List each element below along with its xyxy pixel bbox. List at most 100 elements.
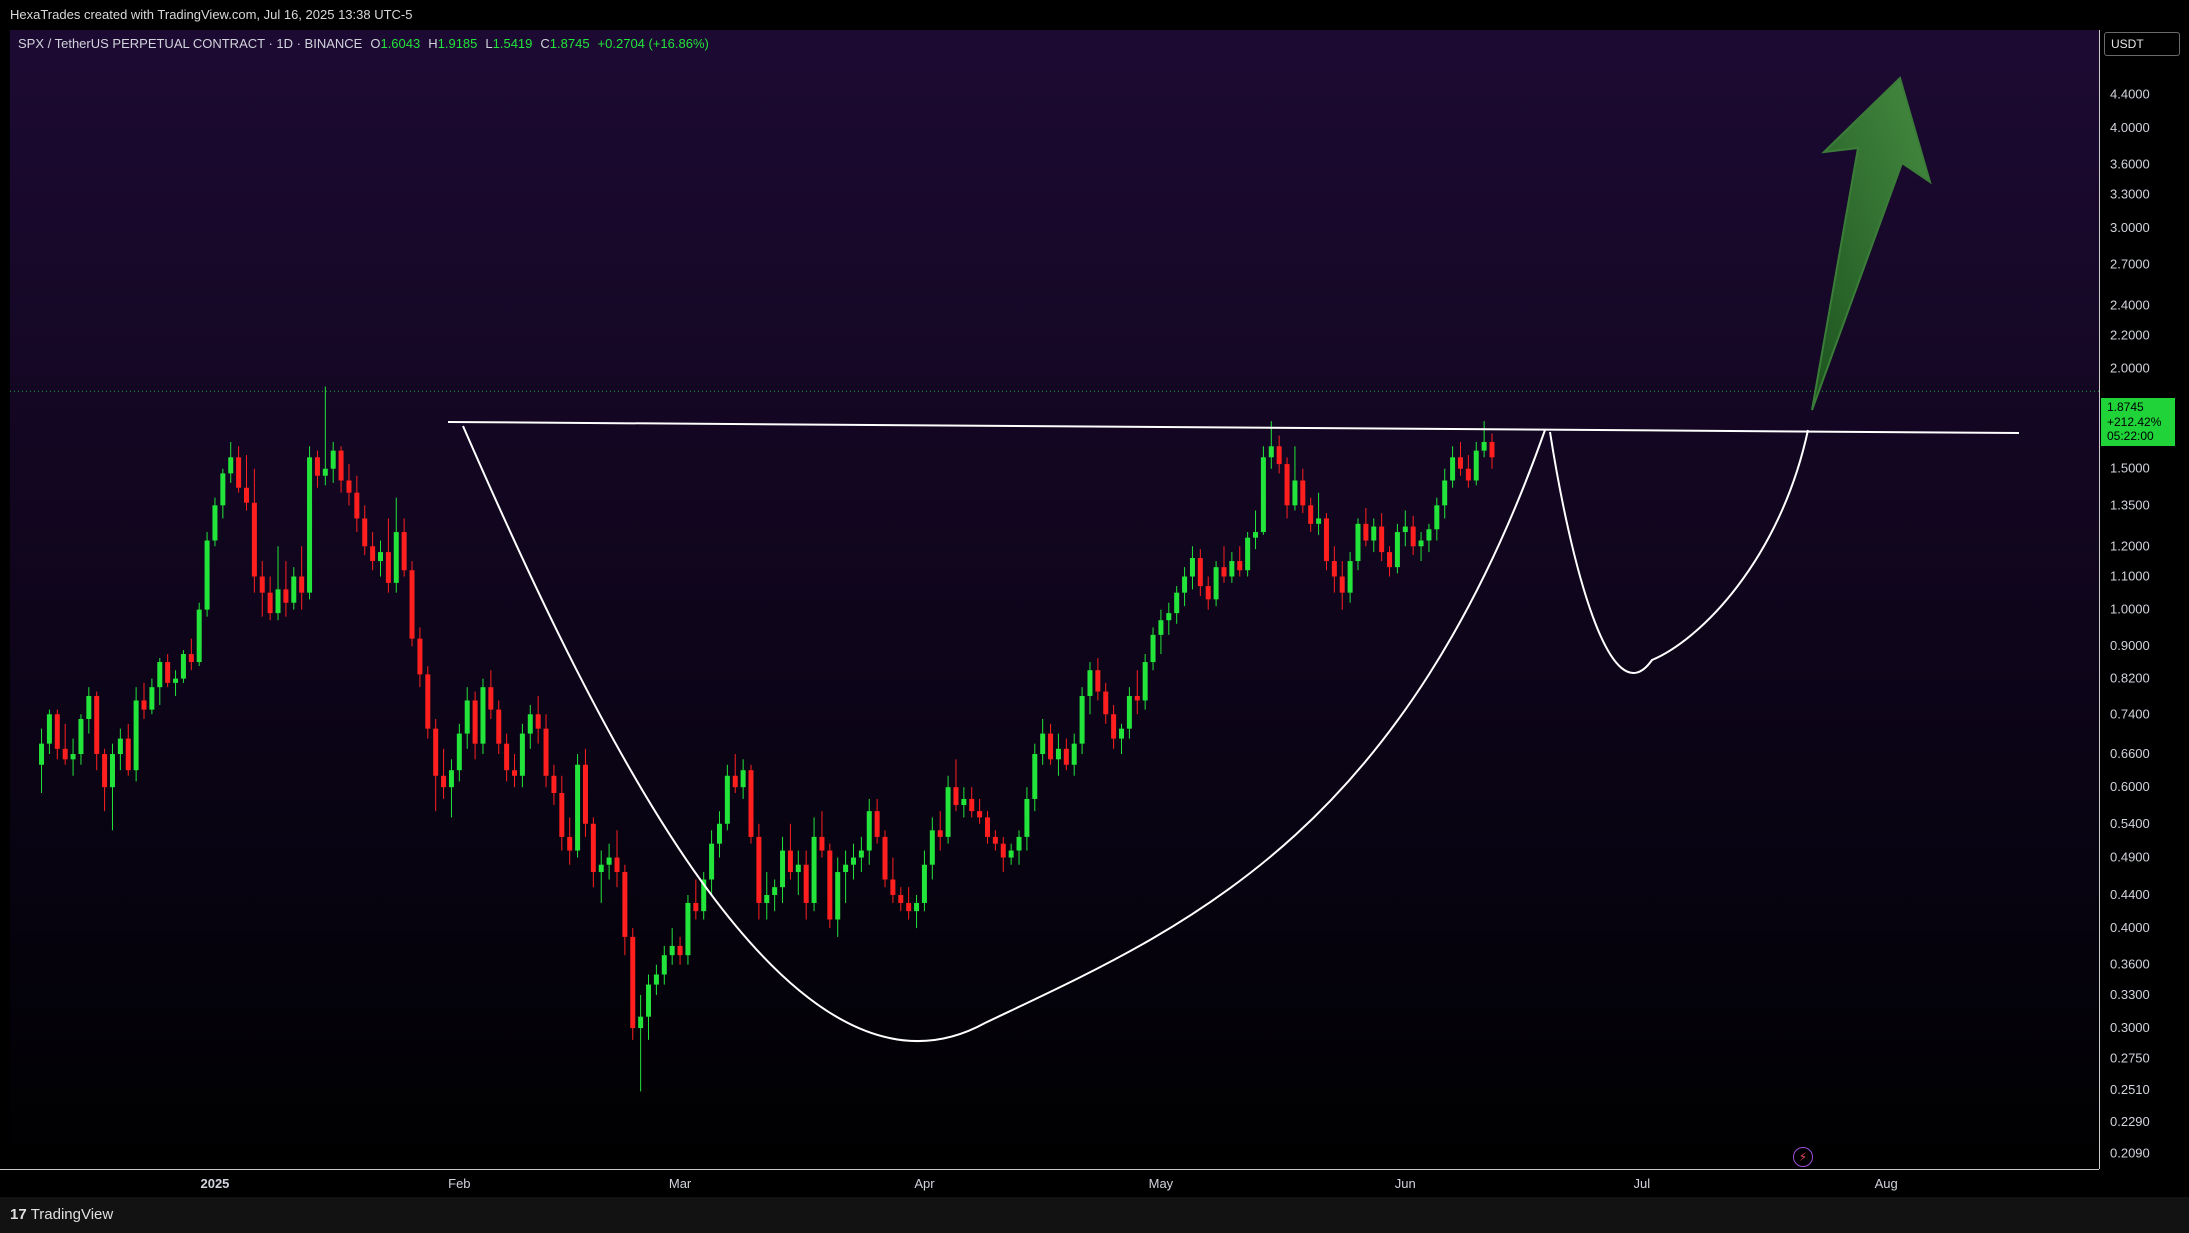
candle bbox=[125, 723, 131, 776]
candle-body bbox=[512, 770, 518, 776]
candle bbox=[1189, 546, 1195, 590]
candle bbox=[86, 687, 92, 734]
candle-body bbox=[559, 793, 565, 837]
candle bbox=[78, 714, 84, 765]
candle bbox=[275, 546, 281, 621]
candle bbox=[1087, 662, 1093, 715]
candle bbox=[1418, 532, 1424, 562]
candle-body bbox=[567, 836, 573, 851]
candle-body bbox=[827, 850, 833, 920]
tradingview-logo[interactable]: 17 TradingView bbox=[10, 1206, 113, 1223]
price-tick-label: 4.0000 bbox=[2110, 120, 2150, 135]
candle-body bbox=[764, 894, 770, 903]
candle bbox=[953, 759, 959, 812]
candle-body bbox=[1371, 526, 1377, 541]
candle bbox=[921, 850, 927, 912]
symbol-legend: SPX / TetherUS PERPETUAL CONTRACT · 1D ·… bbox=[18, 36, 709, 51]
candle bbox=[1119, 723, 1125, 755]
candle-body bbox=[858, 850, 864, 858]
candle bbox=[669, 928, 675, 965]
candle bbox=[1426, 523, 1432, 553]
candle-body bbox=[385, 552, 391, 583]
currency-selector[interactable]: USDT bbox=[2104, 32, 2180, 56]
candle bbox=[1260, 446, 1266, 535]
bolt-icon[interactable]: ⚡ bbox=[1793, 1147, 1813, 1167]
candle bbox=[204, 532, 210, 617]
candle-body bbox=[914, 902, 920, 912]
candle bbox=[1079, 687, 1085, 755]
candle-body bbox=[1095, 670, 1101, 692]
candle bbox=[803, 850, 809, 920]
price-tick-label: 3.6000 bbox=[2110, 156, 2150, 171]
candle-body bbox=[1410, 526, 1416, 547]
candle-body bbox=[1048, 733, 1054, 760]
candle bbox=[606, 843, 612, 880]
open-label: O bbox=[370, 36, 381, 51]
candle-body bbox=[314, 457, 320, 476]
candle bbox=[441, 748, 447, 799]
candle bbox=[1237, 546, 1243, 577]
candle bbox=[1442, 468, 1448, 519]
price-tick-label: 1.2000 bbox=[2110, 538, 2150, 553]
candle bbox=[149, 678, 155, 715]
brand-name: TradingView bbox=[30, 1206, 114, 1223]
footer-bar: 17 TradingView bbox=[0, 1197, 2189, 1233]
price-tick-label: 2.0000 bbox=[2110, 361, 2150, 376]
candle-body bbox=[835, 872, 841, 920]
price-tick-label: 0.3000 bbox=[2110, 1020, 2150, 1035]
candle bbox=[1308, 497, 1314, 533]
candle bbox=[1197, 549, 1203, 596]
last-price-value: 1.8745 bbox=[2107, 400, 2144, 414]
candle-body bbox=[1387, 552, 1393, 568]
candle-body bbox=[937, 830, 943, 837]
candle bbox=[835, 857, 841, 937]
candle bbox=[843, 850, 849, 903]
candle-body bbox=[212, 505, 218, 541]
candle bbox=[338, 446, 344, 493]
candle-body bbox=[1426, 529, 1432, 541]
candle-body bbox=[977, 811, 983, 818]
candle bbox=[519, 723, 525, 788]
candle bbox=[220, 468, 226, 519]
price-tick-label: 3.0000 bbox=[2110, 220, 2150, 235]
candle-body bbox=[787, 850, 793, 873]
candle-body bbox=[220, 473, 226, 506]
candle-body bbox=[1126, 695, 1132, 729]
time-tick-label: Aug bbox=[1875, 1176, 1898, 1191]
candle-body bbox=[709, 843, 715, 880]
candle bbox=[1055, 733, 1061, 776]
candle-body bbox=[906, 902, 912, 912]
candle-body bbox=[322, 468, 328, 476]
candle-body bbox=[62, 748, 68, 760]
candle bbox=[1221, 546, 1227, 583]
candle bbox=[1245, 532, 1251, 577]
candle bbox=[314, 450, 320, 488]
candle-body bbox=[1103, 691, 1109, 715]
candle bbox=[173, 670, 179, 696]
candle-body bbox=[1166, 613, 1172, 621]
handle-curve bbox=[1549, 429, 1809, 674]
candle-body bbox=[646, 984, 652, 1017]
candle-body bbox=[243, 487, 249, 503]
candle bbox=[212, 497, 218, 547]
candle-body bbox=[1379, 526, 1385, 553]
candle-body bbox=[1253, 532, 1259, 538]
low-label: L bbox=[485, 36, 493, 51]
candle-body bbox=[630, 936, 636, 1029]
candle-body bbox=[259, 576, 265, 593]
candle bbox=[598, 850, 604, 903]
candle-body bbox=[1119, 728, 1125, 739]
candle-body bbox=[1323, 518, 1329, 562]
candle bbox=[393, 497, 399, 593]
candle-body bbox=[338, 450, 344, 481]
candle bbox=[370, 532, 376, 571]
pattern-drawings bbox=[10, 76, 2099, 1042]
candle bbox=[772, 879, 778, 912]
candle-body bbox=[732, 775, 738, 788]
candle-body bbox=[1489, 441, 1495, 458]
candle-body bbox=[890, 879, 896, 895]
candle-body bbox=[961, 798, 967, 805]
candle bbox=[1126, 687, 1132, 739]
price-tick-label: 0.9000 bbox=[2110, 638, 2150, 653]
candle-body bbox=[740, 770, 746, 788]
